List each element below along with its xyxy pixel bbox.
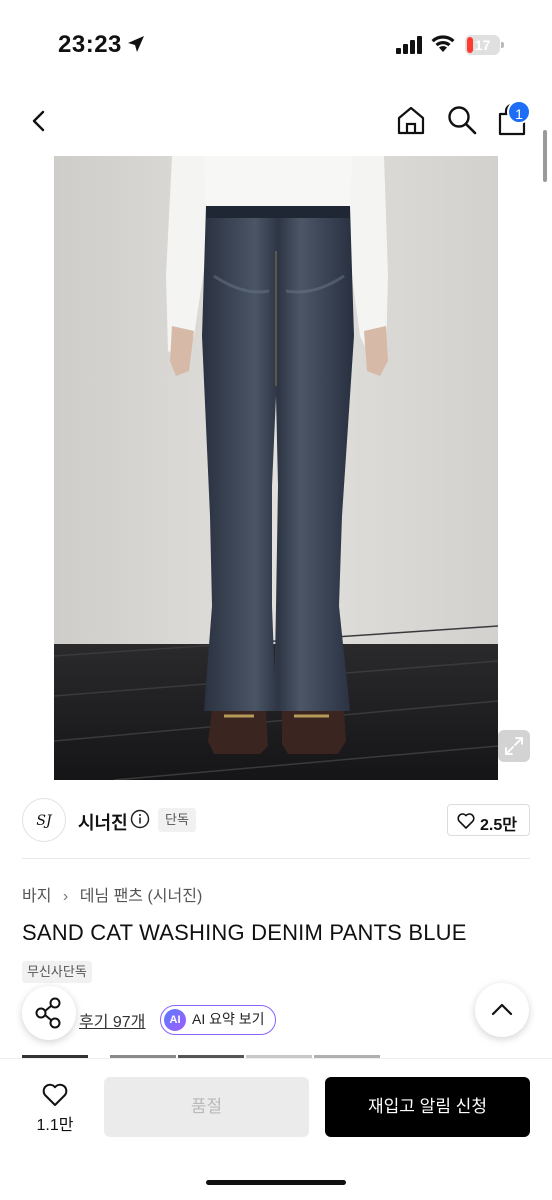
cellular-signal-icon (396, 36, 422, 54)
status-bar: 23:23 17 (0, 0, 552, 90)
product-photo (54, 156, 498, 780)
heart-icon (457, 813, 475, 829)
share-icon (35, 997, 61, 1029)
product-image[interactable] (54, 156, 498, 780)
divider (22, 858, 530, 859)
chevron-up-icon (491, 1003, 513, 1016)
breadcrumb-item-subcategory[interactable]: 데님 팬츠 (시너진) (80, 882, 203, 906)
breadcrumb-item-category[interactable]: 바지 (22, 882, 51, 906)
soldout-button[interactable]: 품절 (104, 1077, 309, 1137)
battery-icon: 17 (465, 35, 505, 55)
brand-like-count: 2.5만 (480, 817, 517, 834)
scroll-indicator (543, 130, 547, 182)
share-button[interactable] (22, 986, 76, 1040)
product-title: SAND CAT WASHING DENIM PANTS BLUE (22, 920, 467, 945)
wifi-icon (431, 35, 455, 52)
brand-name[interactable]: 시너진 (78, 809, 128, 835)
home-indicator (206, 1180, 346, 1185)
restock-alert-button[interactable]: 재입고 알림 신청 (325, 1077, 530, 1137)
expand-image-button[interactable] (498, 730, 530, 762)
brand-like-button[interactable]: 2.5만 (447, 804, 530, 836)
nav-header: 1 (0, 90, 552, 154)
scroll-to-top-button[interactable] (475, 983, 529, 1037)
chevron-left-icon[interactable] (22, 104, 56, 138)
cart-count-badge: 1 (507, 100, 531, 124)
ai-summary-label: AI 요약 보기 (192, 1011, 265, 1027)
brand-logo[interactable]: SJ (22, 798, 66, 842)
info-icon[interactable] (130, 809, 150, 829)
search-icon[interactable] (444, 102, 480, 138)
wishlist-button[interactable]: 1.1만 (30, 1077, 80, 1137)
status-time: 23:23 (58, 31, 122, 58)
exclusive-badge: 단독 (158, 808, 196, 832)
heart-icon (42, 1083, 68, 1106)
breadcrumb: 바지 › 데님 팬츠 (시너진) (22, 882, 202, 906)
home-icon[interactable] (393, 102, 429, 138)
battery-level: 17 (474, 37, 491, 53)
ai-summary-button[interactable]: AI AI 요약 보기 (160, 1005, 276, 1035)
chevron-right-icon: › (62, 888, 69, 905)
location-arrow-icon (128, 36, 144, 52)
expand-icon (505, 737, 523, 755)
exclusive-tag: 무신사단독 (22, 961, 92, 983)
bottom-action-bar: 1.1만 품절 재입고 알림 신청 (0, 1058, 552, 1200)
review-count-link[interactable]: 후기 97개 (79, 1008, 145, 1032)
brand-row: SJ 시너진 단독 2.5만 (22, 796, 530, 844)
wishlist-count: 1.1만 (36, 1117, 74, 1134)
ai-icon: AI (164, 1009, 186, 1031)
